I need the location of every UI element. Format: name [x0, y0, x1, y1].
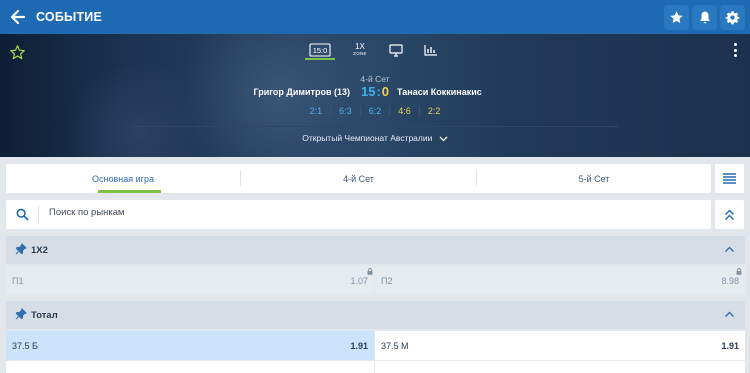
odd-cell-under[interactable]: 37.5 М 1.91: [375, 331, 745, 360]
odd-label: П2: [381, 275, 393, 286]
favorite-star-icon[interactable]: [664, 5, 689, 30]
set-score: 4:6: [389, 106, 419, 116]
market-header-total[interactable]: Тотал: [6, 301, 745, 329]
double-chevron-up-icon: [725, 209, 734, 220]
back-arrow-icon[interactable]: [8, 6, 28, 28]
search-input[interactable]: [49, 207, 649, 218]
more-menu-icon[interactable]: [728, 41, 742, 59]
odd-value: 1.07: [350, 275, 368, 286]
search-divider: [38, 206, 39, 223]
tv-icon[interactable]: [381, 39, 411, 61]
active-tab-indicator: [98, 190, 161, 193]
odd-cell-next[interactable]: [375, 361, 745, 373]
hero-tab-indicator: [305, 58, 335, 60]
market-search: [6, 200, 711, 229]
pin-icon[interactable]: [15, 243, 27, 255]
odd-cell-next[interactable]: [6, 361, 374, 373]
market-header-1x2[interactable]: 1X2: [6, 236, 745, 264]
event-favorite-star-icon[interactable]: [9, 44, 26, 61]
market-tabs: Основная игра 4-й Сет 5-й Сет: [6, 164, 711, 193]
settings-gear-icon[interactable]: [720, 5, 745, 30]
odd-cell-over[interactable]: 37.5 Б 1.91: [6, 331, 374, 360]
current-set-label: 4-й Сет: [360, 74, 390, 84]
odd-value: 8.98: [721, 275, 739, 286]
pin-icon[interactable]: [15, 308, 27, 320]
odd-cell-p1[interactable]: П1 1.07: [6, 266, 374, 295]
set-scores: 2:1 6:3 6:2 4:6 2:2: [0, 106, 750, 116]
player-away: Танаси Коккинакис: [397, 87, 482, 97]
odd-label: П1: [12, 275, 24, 286]
hero-divider: [132, 126, 618, 127]
tabs-menu-button[interactable]: [715, 164, 744, 193]
hero-tab-1x-zone[interactable]: 1X ZONE: [345, 39, 375, 61]
set-score: 2:1: [309, 106, 323, 116]
tab-set-5[interactable]: 5-й Сет: [477, 164, 711, 193]
market-title: 1X2: [31, 245, 48, 256]
odd-value: 1.91: [350, 340, 368, 351]
lock-icon: [367, 268, 373, 275]
zone-tab-label-bottom: ZONE: [353, 51, 367, 56]
bell-icon[interactable]: [692, 5, 717, 30]
market-title: Тотал: [31, 310, 58, 321]
set-score: 2:2: [418, 106, 449, 116]
score-tab-label: 15:0: [313, 46, 328, 55]
score-separator: :: [376, 84, 381, 99]
search-icon: [16, 208, 29, 221]
page-title: СОБЫТИЕ: [36, 10, 103, 24]
score-home: 15: [360, 84, 376, 99]
collapse-all-button[interactable]: [715, 200, 744, 229]
chevron-up-icon: [725, 311, 734, 317]
set-score: 6:2: [359, 106, 390, 116]
current-game-score: 15:0: [0, 84, 750, 99]
tab-main-game[interactable]: Основная игра: [6, 164, 240, 193]
chevron-up-icon: [725, 246, 734, 252]
stats-chart-icon[interactable]: [416, 39, 446, 61]
score-away: 0: [381, 84, 390, 99]
tab-set-4[interactable]: 4-й Сет: [241, 164, 476, 193]
tournament-name: Открытый Чемпионат Австралии: [302, 133, 433, 143]
list-menu-icon: [723, 173, 736, 184]
top-bar: СОБЫТИЕ: [0, 0, 750, 34]
lock-icon: [736, 268, 742, 275]
set-score: 6:3: [330, 106, 360, 116]
odd-label: 37.5 Б: [12, 340, 38, 351]
chevron-down-icon: [439, 136, 448, 142]
odd-label: 37.5 М: [381, 340, 409, 351]
zone-tab-label-top: 1X: [355, 42, 365, 51]
event-scoreboard: 15:0 1X ZONE 4-й Сет Григор Димитров (13…: [0, 34, 750, 157]
tournament-selector[interactable]: Открытый Чемпионат Австралии: [0, 133, 750, 143]
odd-cell-p2[interactable]: П2 8.98: [375, 266, 745, 295]
odd-value: 1.91: [721, 340, 739, 351]
